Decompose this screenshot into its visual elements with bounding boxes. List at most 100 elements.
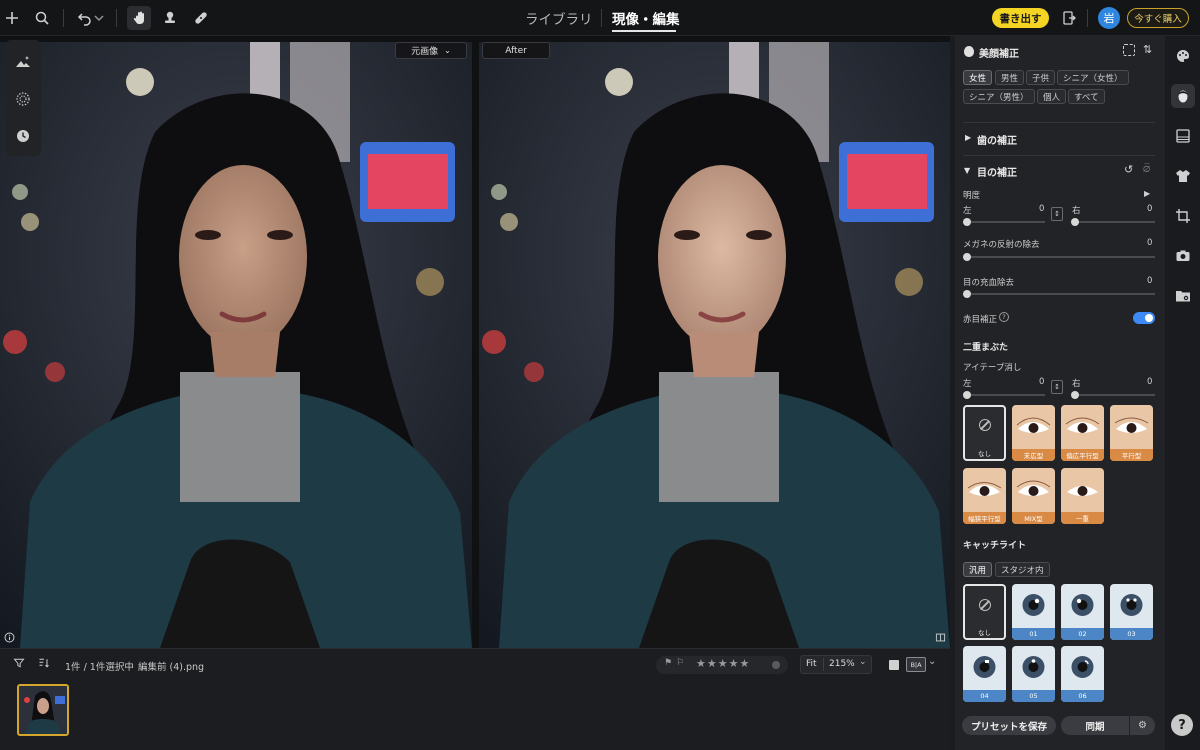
filter-chip-individual[interactable]: 個人 xyxy=(1037,89,1067,104)
hand-tool-icon[interactable] xyxy=(127,6,151,30)
gradient-icon[interactable] xyxy=(1171,124,1195,148)
face-detect-icon[interactable] xyxy=(1123,44,1135,56)
palette-icon[interactable] xyxy=(1171,44,1195,68)
reset-icon[interactable]: ↺ xyxy=(1124,163,1133,176)
catchlight-preset-03[interactable]: 03 xyxy=(1110,584,1153,640)
filter-chip-senior-male[interactable]: シニア（男性） xyxy=(963,89,1035,104)
reorder-icon[interactable]: ⇅ xyxy=(1143,43,1152,56)
brightness-left-value[interactable]: 0 xyxy=(1039,204,1044,214)
image-viewer[interactable] xyxy=(0,36,950,648)
bandage-tool-icon[interactable] xyxy=(189,6,213,30)
face-retouch-icon[interactable] xyxy=(1171,84,1195,108)
chevron-down-icon[interactable] xyxy=(91,6,107,30)
color-label-icon[interactable] xyxy=(772,661,780,669)
red-eye-toggle[interactable] xyxy=(1133,312,1155,324)
brightness-right-value[interactable]: 0 xyxy=(1147,204,1152,214)
chevron-down-icon[interactable]: ⌄ xyxy=(859,657,867,667)
clothing-icon[interactable] xyxy=(1171,164,1195,188)
catchlight-preset-06[interactable]: 06 xyxy=(1061,646,1104,702)
eyelid-preset-3[interactable]: 平行型 xyxy=(1110,405,1153,461)
folder-settings-icon[interactable] xyxy=(1171,284,1195,308)
eyelid-preset-4[interactable]: 幅狭平行型 xyxy=(963,468,1006,524)
stamp-tool-icon[interactable] xyxy=(158,6,182,30)
tab-library[interactable]: ライブラリ xyxy=(525,8,593,28)
star-rating[interactable]: ★★★★★ xyxy=(696,657,750,670)
brightness-right-slider[interactable] xyxy=(1073,221,1155,223)
slider-knob[interactable] xyxy=(963,218,971,226)
chevron-right-icon[interactable]: ▶ xyxy=(965,133,971,142)
zoom-control[interactable]: Fit 215% ⌄ xyxy=(800,655,872,674)
eyelid-preset-5[interactable]: MIX型 xyxy=(1012,468,1055,524)
bloodshot-value[interactable]: 0 xyxy=(1147,276,1152,286)
eyetape-left-value[interactable]: 0 xyxy=(1039,377,1044,387)
sync-settings-button[interactable]: ⚙ xyxy=(1130,716,1155,735)
thumbnail[interactable] xyxy=(17,684,69,736)
fit-button[interactable]: Fit xyxy=(806,659,817,669)
flag-icon[interactable]: ⚑ xyxy=(664,658,672,668)
sort-icon[interactable] xyxy=(34,653,54,673)
disable-icon[interactable]: ⦱ xyxy=(1143,164,1150,175)
avatar[interactable]: 岩 xyxy=(1098,7,1120,29)
slider-knob[interactable] xyxy=(1071,391,1079,399)
auto-adjust-icon[interactable] xyxy=(11,50,35,74)
help-button[interactable]: ? xyxy=(1171,714,1193,736)
catchlight-preset-none[interactable]: なし xyxy=(963,584,1006,640)
filter-chip-child[interactable]: 子供 xyxy=(1026,70,1056,85)
catchlight-preset-05[interactable]: 05 xyxy=(1012,646,1055,702)
chevron-down-icon[interactable]: ▼ xyxy=(964,166,970,175)
catchlight-preset-02[interactable]: 02 xyxy=(1061,584,1104,640)
slider-knob[interactable] xyxy=(963,290,971,298)
catchlight-chip-studio[interactable]: スタジオ内 xyxy=(995,562,1050,577)
reject-flag-icon[interactable]: ⚐ xyxy=(676,658,684,668)
before-after-view-button[interactable]: B|A xyxy=(906,657,926,672)
zoom-level[interactable]: 215% xyxy=(829,659,855,669)
eye-section-header[interactable]: 目の補正 xyxy=(977,164,1017,179)
history-icon[interactable] xyxy=(11,124,35,148)
info-icon[interactable] xyxy=(1,629,17,645)
after-image[interactable] xyxy=(479,42,950,648)
eyetape-right-slider[interactable] xyxy=(1073,394,1155,396)
eyelid-preset-6[interactable]: 一重 xyxy=(1061,468,1104,524)
split-view-icon[interactable] xyxy=(932,629,948,645)
filter-chip-male[interactable]: 男性 xyxy=(995,70,1025,85)
add-icon[interactable] xyxy=(0,6,24,30)
slider-knob[interactable] xyxy=(963,253,971,261)
camera-icon[interactable] xyxy=(1171,244,1195,268)
tab-develop-edit[interactable]: 現像・編集 xyxy=(612,8,680,28)
filter-chip-female[interactable]: 女性 xyxy=(963,70,993,85)
single-view-icon[interactable] xyxy=(889,660,899,670)
expand-arrow-icon[interactable]: ▶ xyxy=(1144,189,1150,198)
link-icon[interactable]: ↕ xyxy=(1051,380,1063,394)
link-icon[interactable]: ↕ xyxy=(1051,207,1063,221)
sync-button[interactable]: 同期 xyxy=(1061,716,1129,735)
crop-icon[interactable] xyxy=(1171,204,1195,228)
glasses-reflection-slider[interactable] xyxy=(965,256,1155,258)
eyetape-left-slider[interactable] xyxy=(965,394,1045,396)
catchlight-preset-04[interactable]: 04 xyxy=(963,646,1006,702)
slider-knob[interactable] xyxy=(1071,218,1079,226)
share-export-icon[interactable] xyxy=(1057,6,1081,30)
compare-mode-select[interactable]: 元画像 ⌄ xyxy=(395,42,467,59)
chevron-down-icon[interactable]: ⌄ xyxy=(928,656,936,667)
slider-knob[interactable] xyxy=(963,391,971,399)
help-circle-icon[interactable]: ? xyxy=(999,312,1009,322)
eyelid-preset-1[interactable]: 末広型 xyxy=(1012,405,1055,461)
glasses-reflection-value[interactable]: 0 xyxy=(1147,238,1152,248)
buy-now-button[interactable]: 今すぐ購入 xyxy=(1127,8,1189,28)
filter-chip-all[interactable]: すべて xyxy=(1068,89,1105,104)
eyelid-preset-2[interactable]: 偏広平行型 xyxy=(1061,405,1104,461)
search-icon[interactable] xyxy=(30,6,54,30)
before-image[interactable] xyxy=(0,42,472,648)
catchlight-chip-general[interactable]: 汎用 xyxy=(963,562,993,577)
eyetape-right-value[interactable]: 0 xyxy=(1147,377,1152,387)
texture-icon[interactable] xyxy=(11,87,35,111)
brightness-left-slider[interactable] xyxy=(965,221,1045,223)
save-preset-button[interactable]: プリセットを保存 xyxy=(962,716,1056,735)
filter-chip-senior-female[interactable]: シニア（女性） xyxy=(1057,70,1129,85)
teeth-section-header[interactable]: 歯の補正 xyxy=(977,132,1017,147)
catchlight-preset-01[interactable]: 01 xyxy=(1012,584,1055,640)
export-button[interactable]: 書き出す xyxy=(992,8,1049,28)
eyelid-preset-none[interactable]: なし xyxy=(963,405,1006,461)
bloodshot-slider[interactable] xyxy=(965,293,1155,295)
filter-icon[interactable] xyxy=(9,653,29,673)
